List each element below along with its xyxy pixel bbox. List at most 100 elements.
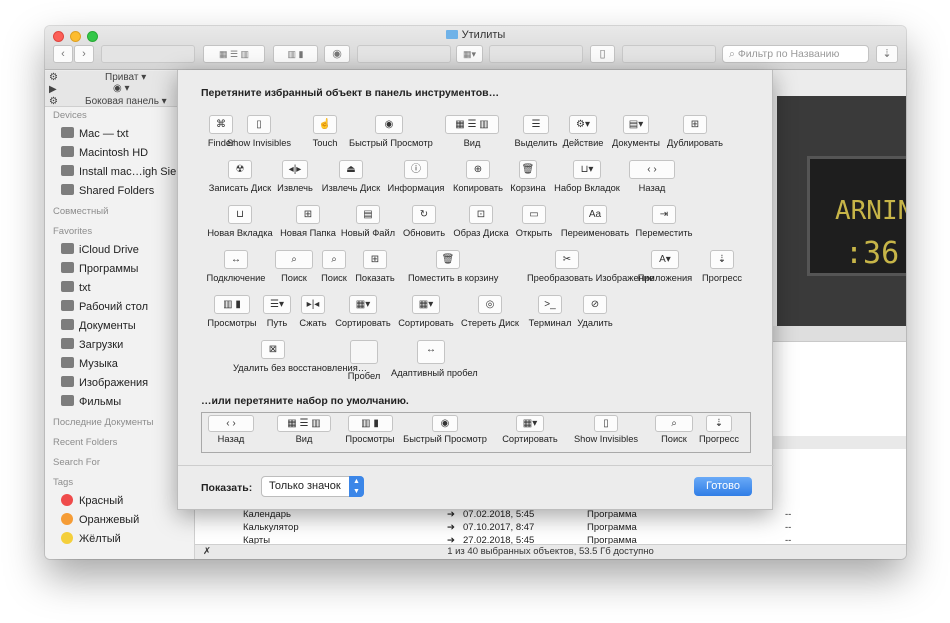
toolbar-item[interactable]: 🗑 Поместить в корзину bbox=[408, 250, 498, 283]
filter-placeholder: Фильтр по Названию bbox=[737, 48, 840, 60]
gear-icon-2[interactable]: ⚙ bbox=[49, 96, 58, 107]
sidebar: Devices Mac — txt Macintosh HD Install m… bbox=[45, 107, 195, 559]
toolbar-item-icon: ⊔▾ bbox=[573, 160, 601, 179]
sort-button[interactable]: ▦▾ bbox=[456, 45, 483, 63]
sidebar-item-music[interactable]: Музыка bbox=[45, 355, 194, 374]
sidebar-item-downloads[interactable]: Загрузки bbox=[45, 336, 194, 355]
recent-docs-heading: Последние Документы bbox=[53, 417, 154, 428]
privat-menu[interactable]: Приват ▾ bbox=[105, 72, 146, 83]
sidebar-item-pictures[interactable]: Изображения bbox=[45, 374, 194, 393]
default-set-item-icon: ◉ bbox=[432, 415, 458, 432]
status-text: 1 из 40 выбранных объектов, 53.5 Гб дост… bbox=[447, 546, 654, 557]
sidebar-item-desktop[interactable]: Рабочий стол bbox=[45, 298, 194, 317]
toolbar-item-icon: ◎ bbox=[478, 295, 502, 314]
toolbar-item-icon: Aa bbox=[583, 205, 607, 224]
show-select-value: Только значок bbox=[269, 480, 341, 492]
show-select[interactable]: Только значок ▲ ▼ bbox=[261, 476, 364, 497]
sidebar-item-label: Install mac…igh Sierra bbox=[79, 166, 190, 178]
recent-folders-heading: Recent Folders bbox=[53, 437, 118, 448]
toolbar-item-icon: ⊡ bbox=[469, 205, 493, 224]
default-set-item-label: Быстрый Просмотр bbox=[403, 434, 487, 444]
default-set-title: …или перетяните набор по умолчанию. bbox=[201, 395, 409, 407]
devices-heading: Devices bbox=[53, 110, 87, 121]
sidebar-item-macintosh-hd[interactable]: Macintosh HD bbox=[45, 144, 194, 163]
sidebar-item-label: Рабочий стол bbox=[79, 301, 149, 313]
toolbar-item[interactable]: ↔ Адаптивный пробел bbox=[391, 340, 478, 378]
sidebar-item-mac[interactable]: Mac — txt bbox=[45, 125, 194, 144]
views-control[interactable]: ▥ ▮ bbox=[273, 45, 318, 63]
sidebar-item-shared-folders[interactable]: Shared Folders bbox=[45, 182, 194, 201]
toolbar-item-icon: ✂ bbox=[555, 250, 579, 269]
default-set-item-icon: ▯ bbox=[594, 415, 618, 432]
play-icon[interactable]: ▶ bbox=[49, 84, 57, 95]
default-set-item: ⇣ Прогресс bbox=[674, 415, 764, 444]
default-toolbar-set[interactable]: ‹ › Назад ▦ ☰ ▥ Вид ▥ ▮ Просмотры ◉ Быстрый Про… bbox=[201, 412, 751, 453]
favorites-heading: Favorites bbox=[53, 226, 93, 237]
toolbar-item[interactable]: ‹ › Назад bbox=[612, 160, 692, 193]
pictures-icon bbox=[61, 376, 74, 387]
quicklook-button[interactable]: ◉ bbox=[324, 45, 350, 63]
toolbar-placeholder-1[interactable] bbox=[101, 45, 195, 63]
default-set-item-label: Прогресс bbox=[698, 434, 740, 444]
titlebar: Утилиты ‹ › ▦ ☰ ▥ ▥ ▮ ◉ ▦▾ ▯ ⌕ Фильтр по… bbox=[45, 26, 906, 70]
toolbar-item[interactable]: Aa Переименовать bbox=[555, 205, 635, 238]
sidebar-item-install[interactable]: Install mac…igh Sierra bbox=[45, 163, 194, 182]
table-row[interactable]: Календарь ➔ 07.02.2018, 5:45 Программа -- bbox=[207, 509, 897, 522]
show-invisibles-button[interactable]: ▯ bbox=[590, 45, 615, 63]
table-row[interactable]: Калькулятор ➔ 07.10.2017, 8:47 Программа -- bbox=[207, 522, 897, 535]
toolbar-item-icon: ↔ bbox=[224, 250, 248, 269]
chevron-updown-icon: ▲ ▼ bbox=[349, 476, 364, 497]
toolbar-item[interactable]: ⊘ Удалить bbox=[555, 295, 635, 328]
default-set-item: ◉ Быстрый Просмотр bbox=[400, 415, 490, 444]
toolbar-item[interactable]: ⊞ Дублировать bbox=[655, 115, 735, 148]
sidebar-item-movies[interactable]: Фильмы bbox=[45, 393, 194, 412]
done-button[interactable]: Готово bbox=[694, 477, 752, 496]
downloads-icon bbox=[61, 338, 74, 349]
toolbar-placeholder-2[interactable] bbox=[357, 45, 451, 63]
sidebar-tag-yellow[interactable]: Жёлтый bbox=[45, 530, 194, 549]
arrow-icon: ➔ bbox=[447, 509, 455, 520]
toolbar-item[interactable]: ⇥ Переместить bbox=[624, 205, 704, 238]
back-button[interactable]: ‹ bbox=[53, 45, 73, 63]
divider bbox=[178, 465, 774, 466]
toolbar-item-icon: A▾ bbox=[651, 250, 679, 269]
music-icon bbox=[61, 357, 74, 368]
sidebar-menu[interactable]: Боковая панель ▾ bbox=[85, 96, 167, 107]
toolbar-item[interactable]: ⇣ Прогресс bbox=[682, 250, 762, 283]
file-name: Календарь bbox=[243, 509, 291, 520]
default-set-item-icon: ‹ › bbox=[208, 415, 254, 432]
progress-button[interactable]: ⇣ bbox=[876, 45, 898, 63]
arrow-icon: ➔ bbox=[447, 522, 455, 533]
toolbar-item-icon: ⚙▾ bbox=[569, 115, 597, 134]
sidebar-tag-orange[interactable]: Оранжевый bbox=[45, 511, 194, 530]
action-menu[interactable]: ◉ ▾ bbox=[113, 83, 130, 94]
toolbar-placeholder-4[interactable] bbox=[622, 45, 716, 63]
toolbar-item[interactable]: ✂ Преобразовать Изображение bbox=[527, 250, 654, 283]
sidebar-item-txt[interactable]: txt bbox=[45, 279, 194, 298]
sidebar-item-applications[interactable]: Программы bbox=[45, 260, 194, 279]
sidebar-item-icloud[interactable]: iCloud Drive bbox=[45, 241, 194, 260]
sidebar-item-label: Документы bbox=[79, 320, 136, 332]
gear-icon[interactable]: ⚙ bbox=[49, 72, 58, 83]
hammer-icon[interactable]: ✗ bbox=[203, 545, 211, 559]
toolbar-item-icon: ☝ bbox=[313, 115, 337, 134]
toolbar-item-icon: ▯ bbox=[247, 115, 271, 134]
toolbar-item[interactable]: ⊞ Показать bbox=[335, 250, 415, 283]
toolbar-placeholder-3[interactable] bbox=[489, 45, 583, 63]
tag-dot-icon bbox=[61, 532, 73, 544]
forward-button[interactable]: › bbox=[74, 45, 94, 63]
toolbar-item-label: Переименовать bbox=[560, 228, 630, 238]
toolbar-item-icon: 🗑 bbox=[436, 250, 460, 269]
view-segmented-control[interactable]: ▦ ☰ ▥ bbox=[203, 45, 265, 63]
search-icon: ⌕ bbox=[729, 48, 738, 60]
tag-label: Оранжевый bbox=[79, 514, 140, 526]
toolbar-item[interactable]: ⊠ Удалить без восстановления… bbox=[233, 340, 367, 373]
preview-text-line1: ARNIN bbox=[835, 196, 906, 226]
toolbar-item[interactable]: ◉ Быстрый Просмотр bbox=[349, 115, 433, 148]
filter-search-input[interactable]: ⌕ Фильтр по Названию bbox=[722, 45, 869, 63]
toolbar-item-icon: ↔ bbox=[417, 340, 445, 364]
toolbar-item-icon: ▭ bbox=[522, 205, 546, 224]
sidebar-item-documents[interactable]: Документы bbox=[45, 317, 194, 336]
sidebar-tag-red[interactable]: Красный bbox=[45, 492, 194, 511]
preview-text-line2: :36 bbox=[845, 236, 900, 271]
